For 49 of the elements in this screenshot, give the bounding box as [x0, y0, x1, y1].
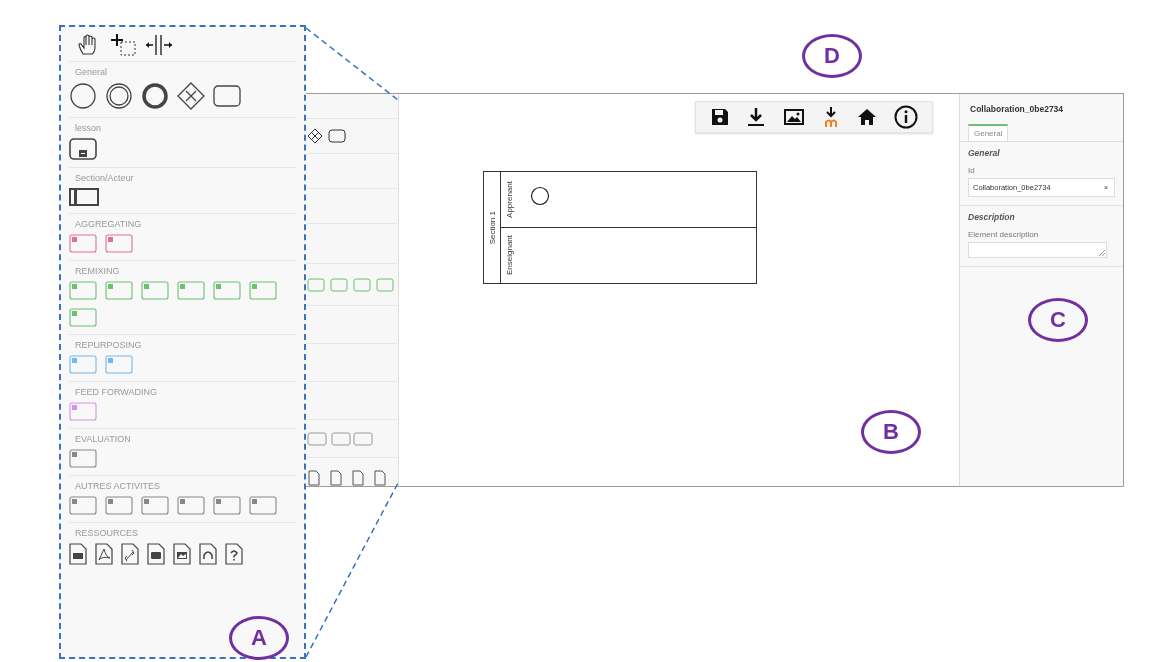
intermediate-event-icon[interactable] — [105, 82, 133, 110]
lasso-tool-icon[interactable] — [109, 33, 137, 57]
link-document-icon[interactable] — [121, 543, 139, 565]
group-heading: General — [968, 148, 1001, 158]
field-label: Id — [968, 166, 976, 175]
section-heading: EVALUATION — [74, 434, 132, 444]
properties-title: Collaboration_0be2734 — [969, 104, 1065, 114]
start-event-icon[interactable] — [530, 185, 550, 206]
image-icon[interactable] — [782, 107, 805, 127]
callout-label: D — [802, 34, 862, 78]
section-heading: AUTRES ACTIVITES — [74, 481, 162, 491]
section-heading: AGGREGATING — [74, 219, 143, 229]
callout-label: C — [1028, 298, 1088, 342]
field-label: Element description — [968, 230, 1040, 239]
description-field[interactable] — [968, 242, 1107, 258]
section-heading: FEED FORWADING — [74, 387, 158, 397]
audio-document-icon[interactable] — [199, 543, 217, 565]
section-heading: RESSOURCES — [74, 528, 139, 538]
text-document-icon[interactable] — [69, 543, 87, 565]
download-icon[interactable] — [746, 107, 767, 127]
video-document-icon[interactable] — [147, 543, 165, 565]
properties-tab[interactable]: General — [968, 124, 1009, 141]
section-heading: General — [74, 67, 109, 77]
lane[interactable]: Apprenant — [501, 172, 756, 227]
end-event-icon[interactable] — [141, 82, 169, 110]
home-icon[interactable] — [857, 107, 878, 127]
lane-label: Apprenant — [505, 181, 514, 218]
section-heading: Section/Acteur — [74, 173, 135, 183]
lane[interactable]: Enseignant — [501, 227, 756, 283]
help-document-icon[interactable] — [225, 543, 243, 565]
section-heading: lesson — [74, 123, 102, 133]
start-event-icon[interactable] — [69, 82, 97, 110]
image-document-icon[interactable] — [173, 543, 191, 565]
info-icon[interactable] — [893, 105, 918, 129]
task-icon[interactable] — [213, 85, 241, 107]
resize-grip-icon[interactable] — [1099, 250, 1105, 256]
group-heading: Description — [968, 212, 1016, 222]
subprocess-icon[interactable] — [69, 138, 97, 160]
section-heading: REMIXING — [74, 266, 121, 276]
pool[interactable]: Section 1 Apprenant Enseignant — [483, 171, 757, 284]
pool-icon[interactable] — [69, 188, 99, 206]
lane-label: Enseignant — [505, 235, 514, 276]
space-tool-icon[interactable] — [145, 34, 173, 56]
callout-label: B — [861, 410, 921, 454]
section-heading: REPURPOSING — [74, 340, 143, 350]
pdf-document-icon[interactable] — [95, 543, 113, 565]
callout-label: A — [229, 616, 289, 660]
save-icon[interactable] — [710, 107, 731, 127]
pool-label: Section 1 — [487, 210, 497, 245]
